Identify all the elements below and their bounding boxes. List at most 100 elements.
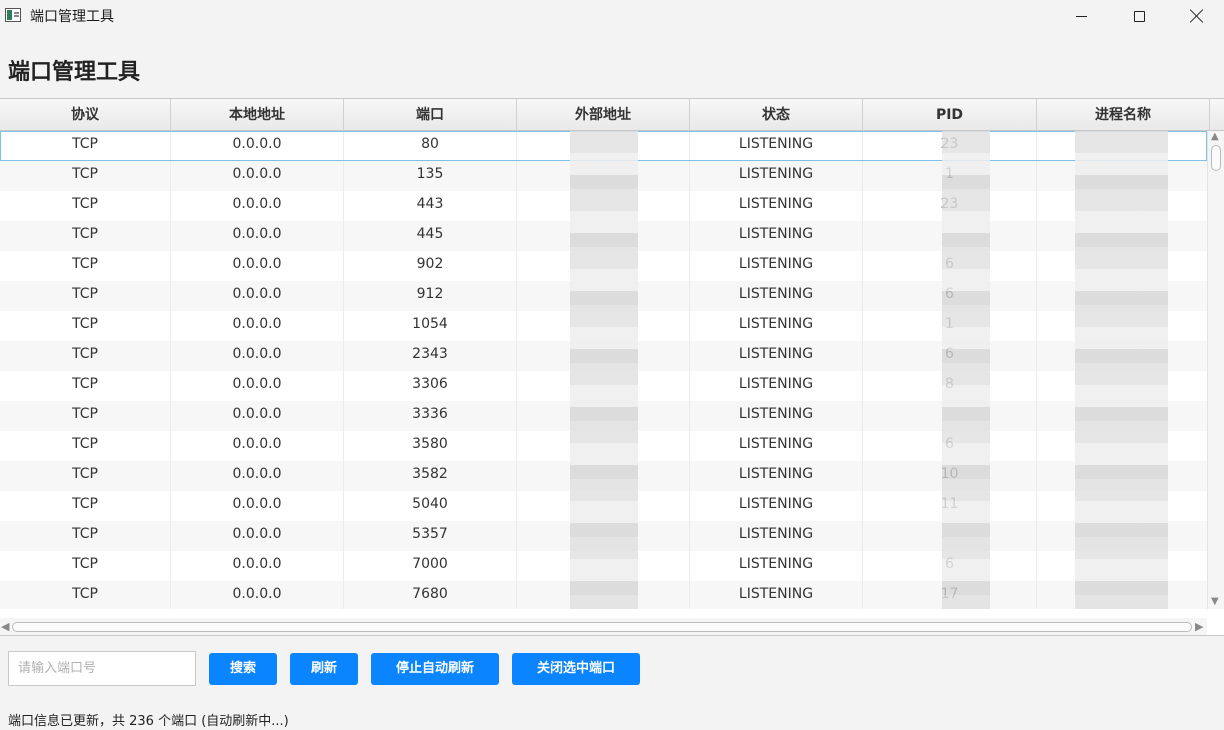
state-cell: LISTENING bbox=[690, 311, 863, 341]
state-cell: LISTENING bbox=[690, 431, 863, 461]
port-cell: 3336 bbox=[344, 401, 517, 431]
local-address-cell: 0.0.0.0 bbox=[171, 491, 344, 521]
refresh-button[interactable]: 刷新 bbox=[290, 653, 358, 685]
scroll-up-icon[interactable]: ▲ bbox=[1211, 131, 1219, 142]
state-cell: LISTENING bbox=[690, 341, 863, 371]
state-cell: LISTENING bbox=[690, 221, 863, 251]
state-cell: LISTENING bbox=[690, 161, 863, 191]
protocol-cell: TCP bbox=[0, 461, 171, 491]
column-header-protocol[interactable]: 协议 bbox=[0, 99, 171, 131]
protocol-cell: TCP bbox=[0, 191, 171, 221]
search-button[interactable]: 搜索 bbox=[209, 653, 277, 685]
port-cell: 7680 bbox=[344, 581, 517, 609]
page-title: 端口管理工具 bbox=[8, 60, 141, 85]
port-cell: 902 bbox=[344, 251, 517, 281]
minimize-icon bbox=[1075, 15, 1087, 17]
column-header-pid[interactable]: PID bbox=[863, 99, 1037, 131]
state-cell: LISTENING bbox=[690, 371, 863, 401]
scroll-left-icon[interactable]: ◀ bbox=[1, 620, 9, 633]
status-text: 端口信息已更新，共 236 个端口 (自动刷新中...) bbox=[8, 714, 289, 729]
state-cell: LISTENING bbox=[690, 131, 863, 161]
protocol-cell: TCP bbox=[0, 251, 171, 281]
port-cell: 2343 bbox=[344, 341, 517, 371]
protocol-cell: TCP bbox=[0, 551, 171, 581]
redacted-foreign-address bbox=[570, 131, 638, 609]
minimize-button[interactable] bbox=[1052, 0, 1110, 32]
horizontal-scroll-thumb[interactable] bbox=[12, 622, 1192, 632]
port-cell: 912 bbox=[344, 281, 517, 311]
protocol-cell: TCP bbox=[0, 401, 171, 431]
protocol-cell: TCP bbox=[0, 311, 171, 341]
state-cell: LISTENING bbox=[690, 491, 863, 521]
port-cell: 7000 bbox=[344, 551, 517, 581]
state-cell: LISTENING bbox=[690, 521, 863, 551]
port-cell: 3580 bbox=[344, 431, 517, 461]
local-address-cell: 0.0.0.0 bbox=[171, 161, 344, 191]
stop-auto-refresh-button[interactable]: 停止自动刷新 bbox=[371, 653, 499, 685]
app-icon bbox=[5, 8, 21, 22]
state-cell: LISTENING bbox=[690, 581, 863, 609]
state-cell: LISTENING bbox=[690, 461, 863, 491]
local-address-cell: 0.0.0.0 bbox=[171, 431, 344, 461]
local-address-cell: 0.0.0.0 bbox=[171, 581, 344, 609]
local-address-cell: 0.0.0.0 bbox=[171, 521, 344, 551]
local-address-cell: 0.0.0.0 bbox=[171, 251, 344, 281]
protocol-cell: TCP bbox=[0, 341, 171, 371]
local-address-cell: 0.0.0.0 bbox=[171, 221, 344, 251]
redacted-process-name bbox=[1075, 131, 1168, 609]
column-header-local-address[interactable]: 本地地址 bbox=[171, 99, 344, 131]
close-selected-port-button[interactable]: 关闭选中端口 bbox=[512, 653, 640, 685]
state-cell: LISTENING bbox=[690, 251, 863, 281]
protocol-cell: TCP bbox=[0, 371, 171, 401]
port-cell: 1054 bbox=[344, 311, 517, 341]
protocol-cell: TCP bbox=[0, 131, 171, 161]
local-address-cell: 0.0.0.0 bbox=[171, 311, 344, 341]
column-header-foreign-address[interactable]: 外部地址 bbox=[517, 99, 690, 131]
local-address-cell: 0.0.0.0 bbox=[171, 131, 344, 161]
vertical-scroll-thumb[interactable] bbox=[1211, 145, 1221, 171]
column-header-filler bbox=[1210, 99, 1224, 131]
table-header: 协议 本地地址 端口 外部地址 状态 PID 进程名称 bbox=[0, 99, 1224, 131]
state-cell: LISTENING bbox=[690, 551, 863, 581]
protocol-cell: TCP bbox=[0, 161, 171, 191]
state-cell: LISTENING bbox=[690, 281, 863, 311]
local-address-cell: 0.0.0.0 bbox=[171, 551, 344, 581]
maximize-icon bbox=[1133, 10, 1145, 22]
protocol-cell: TCP bbox=[0, 491, 171, 521]
close-icon bbox=[1190, 9, 1204, 23]
port-cell: 3582 bbox=[344, 461, 517, 491]
window-titlebar: 端口管理工具 bbox=[0, 0, 1224, 32]
column-header-port[interactable]: 端口 bbox=[344, 99, 517, 131]
local-address-cell: 0.0.0.0 bbox=[171, 341, 344, 371]
local-address-cell: 0.0.0.0 bbox=[171, 281, 344, 311]
port-table: 协议 本地地址 端口 外部地址 状态 PID 进程名称 TCP 0.0.0.0 80… bbox=[0, 98, 1224, 636]
local-address-cell: 0.0.0.0 bbox=[171, 401, 344, 431]
state-cell: LISTENING bbox=[690, 401, 863, 431]
maximize-button[interactable] bbox=[1110, 0, 1168, 32]
local-address-cell: 0.0.0.0 bbox=[171, 371, 344, 401]
protocol-cell: TCP bbox=[0, 581, 171, 609]
protocol-cell: TCP bbox=[0, 431, 171, 461]
port-cell: 135 bbox=[344, 161, 517, 191]
scroll-down-icon[interactable]: ▼ bbox=[1211, 596, 1219, 607]
port-cell: 5040 bbox=[344, 491, 517, 521]
port-search-input[interactable] bbox=[8, 651, 196, 686]
port-cell: 80 bbox=[344, 131, 517, 161]
port-cell: 3306 bbox=[344, 371, 517, 401]
port-cell: 5357 bbox=[344, 521, 517, 551]
protocol-cell: TCP bbox=[0, 281, 171, 311]
local-address-cell: 0.0.0.0 bbox=[171, 191, 344, 221]
column-header-process-name[interactable]: 进程名称 bbox=[1037, 99, 1210, 131]
scroll-right-icon[interactable]: ▶ bbox=[1195, 620, 1203, 633]
vertical-scrollbar[interactable]: ▲ ▼ bbox=[1207, 131, 1224, 609]
redacted-pid bbox=[942, 131, 990, 609]
horizontal-scrollbar[interactable]: ◀ ▶ bbox=[0, 618, 1207, 635]
column-header-state[interactable]: 状态 bbox=[690, 99, 863, 131]
close-button[interactable] bbox=[1168, 0, 1224, 32]
port-cell: 443 bbox=[344, 191, 517, 221]
protocol-cell: TCP bbox=[0, 521, 171, 551]
window-title: 端口管理工具 bbox=[30, 9, 114, 25]
protocol-cell: TCP bbox=[0, 221, 171, 251]
state-cell: LISTENING bbox=[690, 191, 863, 221]
local-address-cell: 0.0.0.0 bbox=[171, 461, 344, 491]
